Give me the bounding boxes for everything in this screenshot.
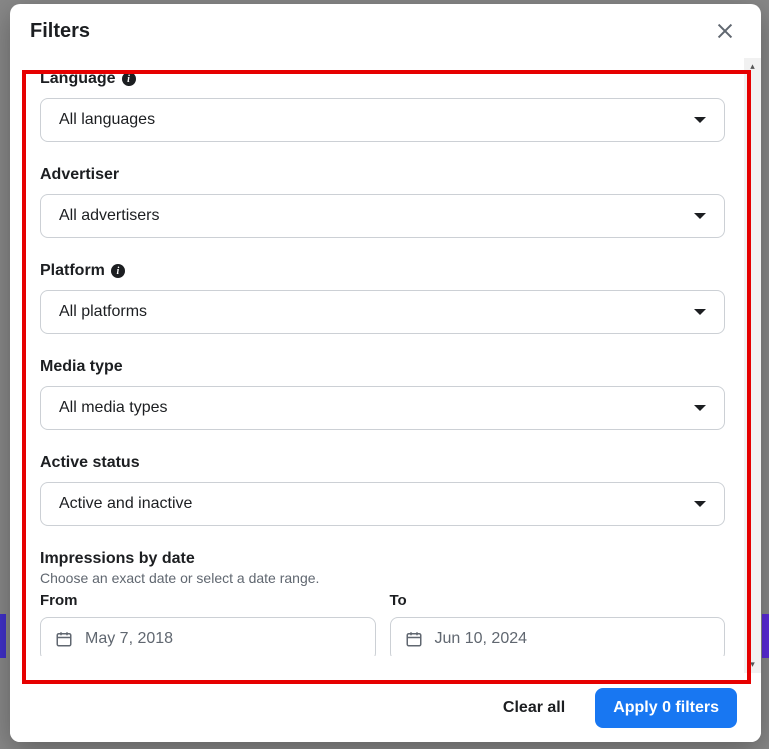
date-to-value: Jun 10, 2024 (435, 630, 528, 648)
date-to-column: To Jun 10, 2024 (390, 592, 726, 656)
chevron-down-icon (694, 117, 706, 123)
calendar-icon (55, 630, 73, 648)
date-from-column: From May 7, 2018 (40, 592, 376, 656)
date-to-label: To (390, 592, 726, 609)
close-button[interactable] (709, 15, 741, 47)
field-label-row: Impressions by date (40, 550, 725, 568)
field-language: Language i All languages (40, 70, 725, 142)
field-label: Platform (40, 262, 105, 280)
filters-modal: Filters ▴ ▾ Language i All languages (10, 4, 761, 742)
field-subtext: Choose an exact date or select a date ra… (40, 570, 725, 586)
modal-header: Filters (10, 4, 761, 58)
advertiser-select[interactable]: All advertisers (40, 194, 725, 238)
close-icon (714, 20, 736, 42)
field-media-type: Media type All media types (40, 358, 725, 430)
select-value: All media types (59, 399, 168, 417)
scrollbar-track[interactable]: ▴ ▾ (744, 58, 761, 673)
field-label: Active status (40, 454, 140, 472)
date-from-value: May 7, 2018 (85, 630, 173, 648)
apply-filters-button[interactable]: Apply 0 filters (595, 688, 737, 728)
date-to-input[interactable]: Jun 10, 2024 (390, 617, 726, 656)
media-type-select[interactable]: All media types (40, 386, 725, 430)
language-select[interactable]: All languages (40, 98, 725, 142)
modal-title: Filters (30, 20, 90, 43)
field-label-row: Active status (40, 454, 725, 472)
select-value: Active and inactive (59, 495, 192, 513)
date-from-input[interactable]: May 7, 2018 (40, 617, 376, 656)
bg-right-purple-fragment (762, 614, 769, 658)
chevron-down-icon (694, 405, 706, 411)
info-icon[interactable]: i (122, 72, 136, 86)
field-impressions-by-date: Impressions by date Choose an exact date… (40, 550, 725, 656)
active-status-select[interactable]: Active and inactive (40, 482, 725, 526)
calendar-icon (405, 630, 423, 648)
field-label: Advertiser (40, 166, 119, 184)
clear-all-button[interactable]: Clear all (489, 689, 579, 727)
select-value: All advertisers (59, 207, 159, 225)
modal-footer: Clear all Apply 0 filters (10, 673, 761, 742)
scroll-up-arrow[interactable]: ▴ (744, 58, 761, 75)
field-label-row: Media type (40, 358, 725, 376)
field-label: Media type (40, 358, 123, 376)
modal-body: Language i All languages Advertiser All … (10, 58, 761, 656)
date-range-row: From May 7, 2018 To (40, 592, 725, 656)
chevron-down-icon (694, 309, 706, 315)
field-label-row: Language i (40, 70, 725, 88)
field-label-row: Advertiser (40, 166, 725, 184)
field-platform: Platform i All platforms (40, 262, 725, 334)
field-label-row: Platform i (40, 262, 725, 280)
field-advertiser: Advertiser All advertisers (40, 166, 725, 238)
scroll-down-arrow[interactable]: ▾ (744, 656, 761, 673)
platform-select[interactable]: All platforms (40, 290, 725, 334)
date-from-label: From (40, 592, 376, 609)
select-value: All platforms (59, 303, 147, 321)
select-value: All languages (59, 111, 155, 129)
modal-body-wrapper: ▴ ▾ Language i All languages Advertiser (10, 58, 761, 673)
info-icon[interactable]: i (111, 264, 125, 278)
field-label: Language (40, 70, 116, 88)
field-active-status: Active status Active and inactive (40, 454, 725, 526)
field-label: Impressions by date (40, 550, 195, 568)
chevron-down-icon (694, 501, 706, 507)
chevron-down-icon (694, 213, 706, 219)
bg-left-purple-button-fragment (0, 614, 6, 658)
